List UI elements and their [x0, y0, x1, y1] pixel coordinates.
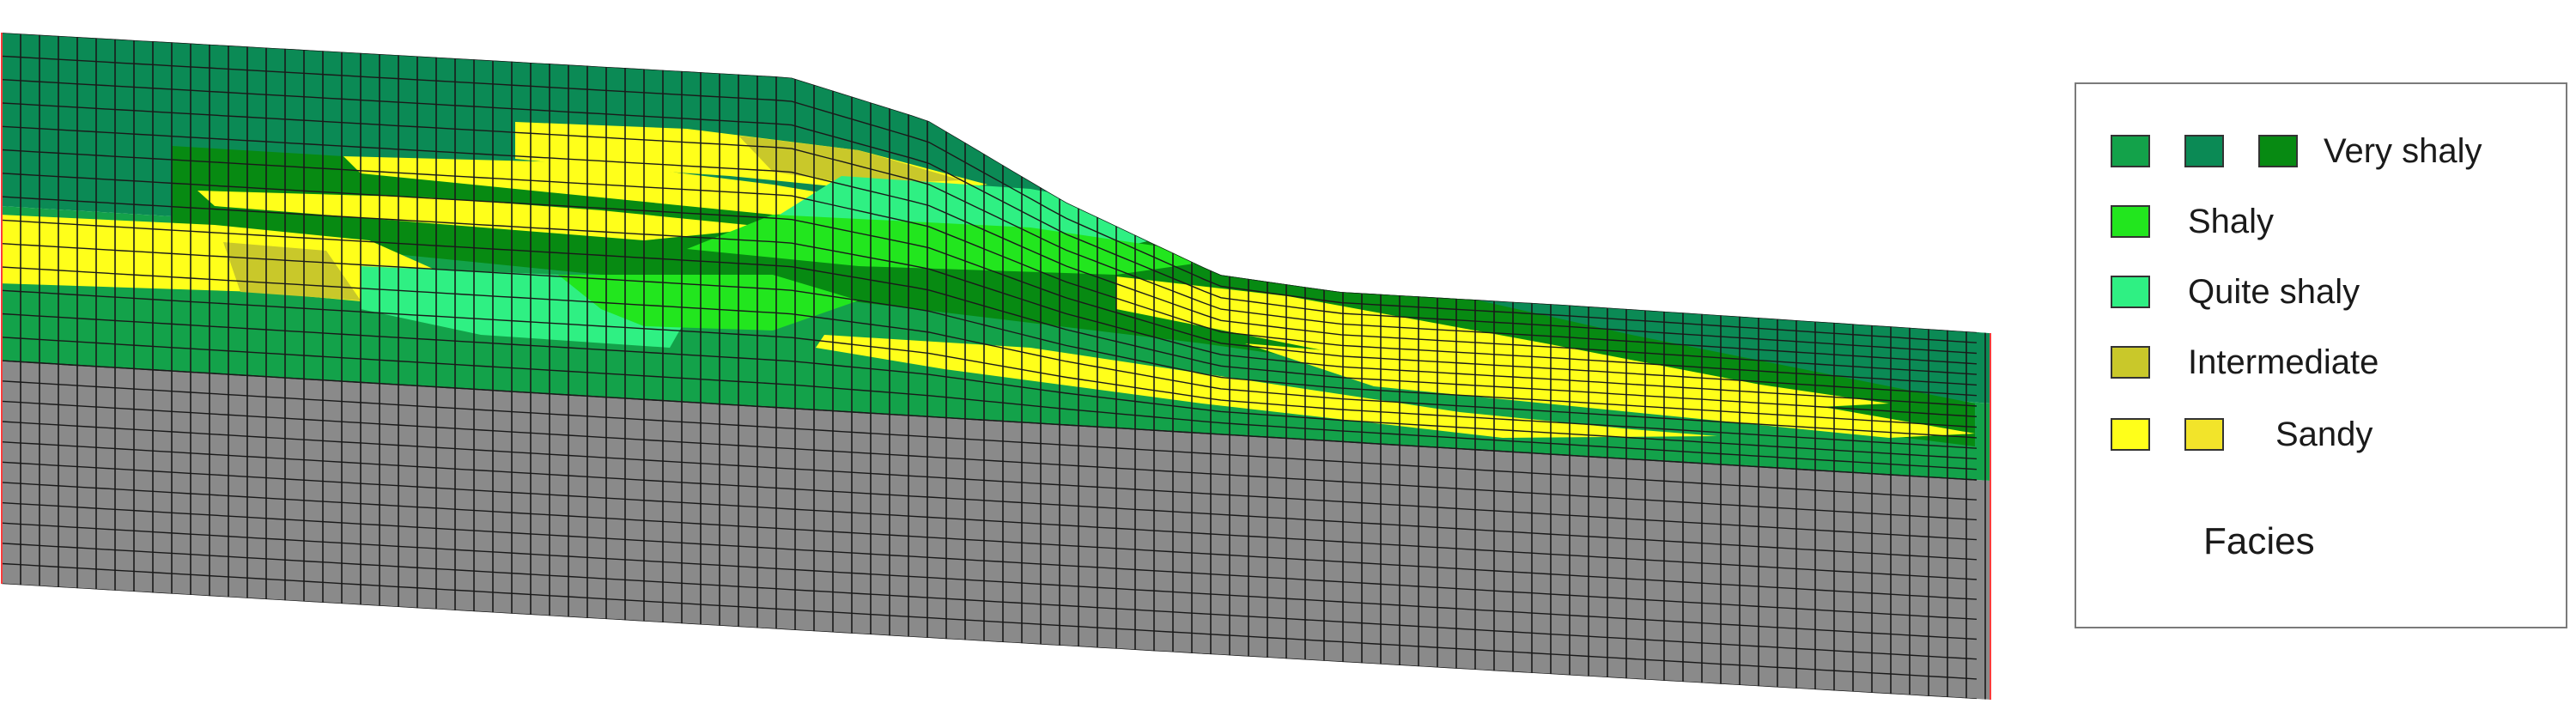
quite-shaly-swatch	[2111, 276, 2150, 308]
legend-item-quite-shaly: Quite shaly	[2111, 271, 2360, 313]
legend-label-sandy: Sandy	[2275, 415, 2373, 453]
sandy-swatch-1	[2111, 418, 2150, 451]
very-shaly-swatch-2	[2184, 135, 2224, 167]
facies-legend: Very shaly Shaly Quite shaly Intermediat…	[2075, 82, 2567, 628]
legend-title: Facies	[2203, 520, 2315, 562]
legend-item-intermediate: Intermediate	[2111, 342, 2379, 383]
legend-item-sandy: Sandy	[2111, 414, 2372, 455]
legend-label-shaly: Shaly	[2188, 202, 2275, 240]
legend-label-intermediate: Intermediate	[2188, 343, 2379, 381]
legend-item-very-shaly: Very shaly	[2111, 130, 2482, 172]
legend-label-very-shaly: Very shaly	[2324, 131, 2482, 170]
very-shaly-swatch-1	[2111, 135, 2150, 167]
legend-item-shaly: Shaly	[2111, 201, 2274, 242]
intermediate-swatch	[2111, 346, 2150, 379]
shaly-swatch	[2111, 205, 2150, 238]
legend-label-quite-shaly: Quite shaly	[2188, 272, 2360, 311]
facies-grid-model	[1, 33, 1991, 700]
very-shaly-swatch-3	[2258, 135, 2298, 167]
sandy-swatch-2	[2184, 418, 2224, 451]
